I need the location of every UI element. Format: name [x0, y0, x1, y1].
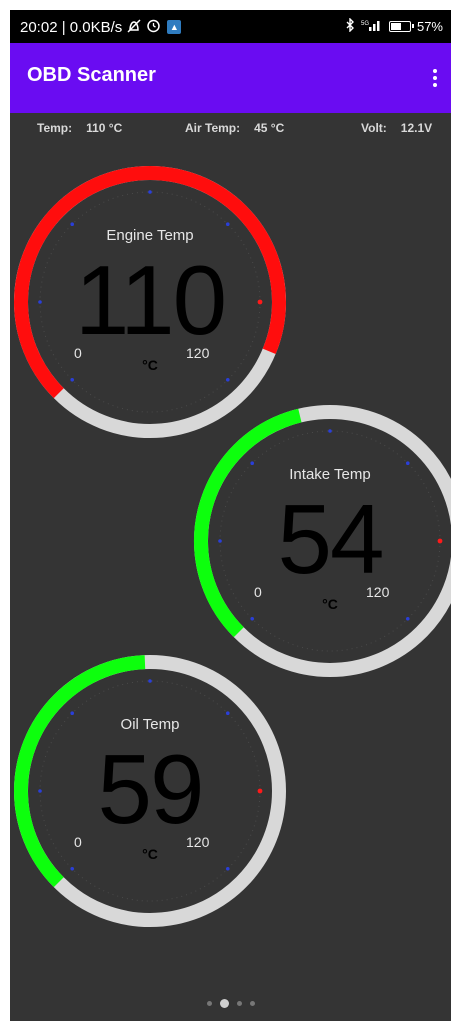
gauge-label: Intake Temp	[289, 466, 371, 483]
status-bar: 20:02 | 0.0KB/s ▲ 5G 57%	[10, 10, 451, 43]
do-not-disturb-icon	[126, 18, 142, 36]
bluetooth-icon	[345, 17, 355, 35]
gauge-tick	[70, 222, 75, 227]
page-dot[interactable]	[206, 1000, 212, 1006]
gauge-unit: °C	[322, 596, 338, 612]
gauge-tick	[148, 190, 152, 194]
gauge-unit: °C	[142, 357, 158, 373]
gauge-value: 59	[97, 734, 204, 844]
gauge-tick	[405, 616, 410, 621]
alarm-icon	[146, 18, 161, 36]
volt-info: Volt: 12.1V	[361, 121, 432, 135]
page-indicator[interactable]	[10, 996, 451, 1010]
air-temp-label: Air Temp:	[185, 121, 241, 135]
gauge-tick	[70, 866, 75, 871]
gauge-tick	[250, 461, 255, 466]
oil-temp-gauge[interactable]: Oil Temp 59 0 120 °C	[10, 651, 290, 931]
air-temp-info: Air Temp: 45 °C	[185, 121, 284, 135]
gauge-value: 54	[277, 484, 384, 594]
phone-screen: 20:02 | 0.0KB/s ▲ 5G 57% OBD Scanner Tem…	[10, 10, 451, 1021]
status-right: 5G 57%	[345, 17, 443, 35]
gauge-label: Engine Temp	[106, 227, 194, 244]
page-dot[interactable]	[249, 1000, 255, 1006]
svg-text:5G: 5G	[361, 21, 369, 27]
status-time: 20:02 | 0.0KB/s	[20, 18, 123, 36]
app-bar: OBD Scanner	[10, 43, 451, 113]
gauge-tick	[148, 679, 152, 683]
status-left: 20:02 | 0.0KB/s ▲	[20, 18, 182, 36]
app-notification-icon: ▲	[167, 20, 182, 34]
gauge-tick	[405, 461, 410, 466]
more-vert-icon[interactable]	[425, 63, 445, 93]
app-title: OBD Scanner	[27, 64, 156, 86]
gauge-tick	[225, 377, 230, 382]
volt-value: 12.1V	[400, 121, 433, 135]
temp-value: 110 °C	[86, 121, 123, 135]
gauge-tick	[250, 616, 255, 621]
air-temp-value: 45 °C	[254, 121, 285, 135]
battery-fill	[390, 23, 401, 30]
gauge-value: 110	[74, 245, 227, 355]
gauge-tick	[328, 429, 332, 433]
gauge-label: Oil Temp	[120, 716, 180, 733]
page-dot-active[interactable]	[219, 998, 229, 1008]
engine-temp-gauge[interactable]: Engine Temp 110 0 120 °C	[10, 162, 290, 442]
5g-signal-icon: 5G	[361, 18, 383, 35]
gauge-tick	[70, 711, 75, 716]
info-bar: Temp: 110 °C Air Temp: 45 °C Volt: 12.1V	[10, 113, 451, 143]
gauge-tick	[225, 711, 230, 716]
intake-temp-gauge[interactable]: Intake Temp 54 0 120 °C	[190, 401, 451, 681]
temp-info: Temp: 110 °C	[37, 121, 122, 135]
temp-label: Temp:	[37, 121, 73, 135]
gauge-tick	[225, 866, 230, 871]
battery-percent: 57%	[416, 19, 443, 34]
battery-icon	[388, 21, 414, 32]
volt-label: Volt:	[361, 121, 387, 135]
page-dot[interactable]	[236, 1000, 242, 1006]
gauge-tick	[70, 377, 75, 382]
gauge-unit: °C	[142, 846, 158, 862]
gauge-tick	[225, 222, 230, 227]
